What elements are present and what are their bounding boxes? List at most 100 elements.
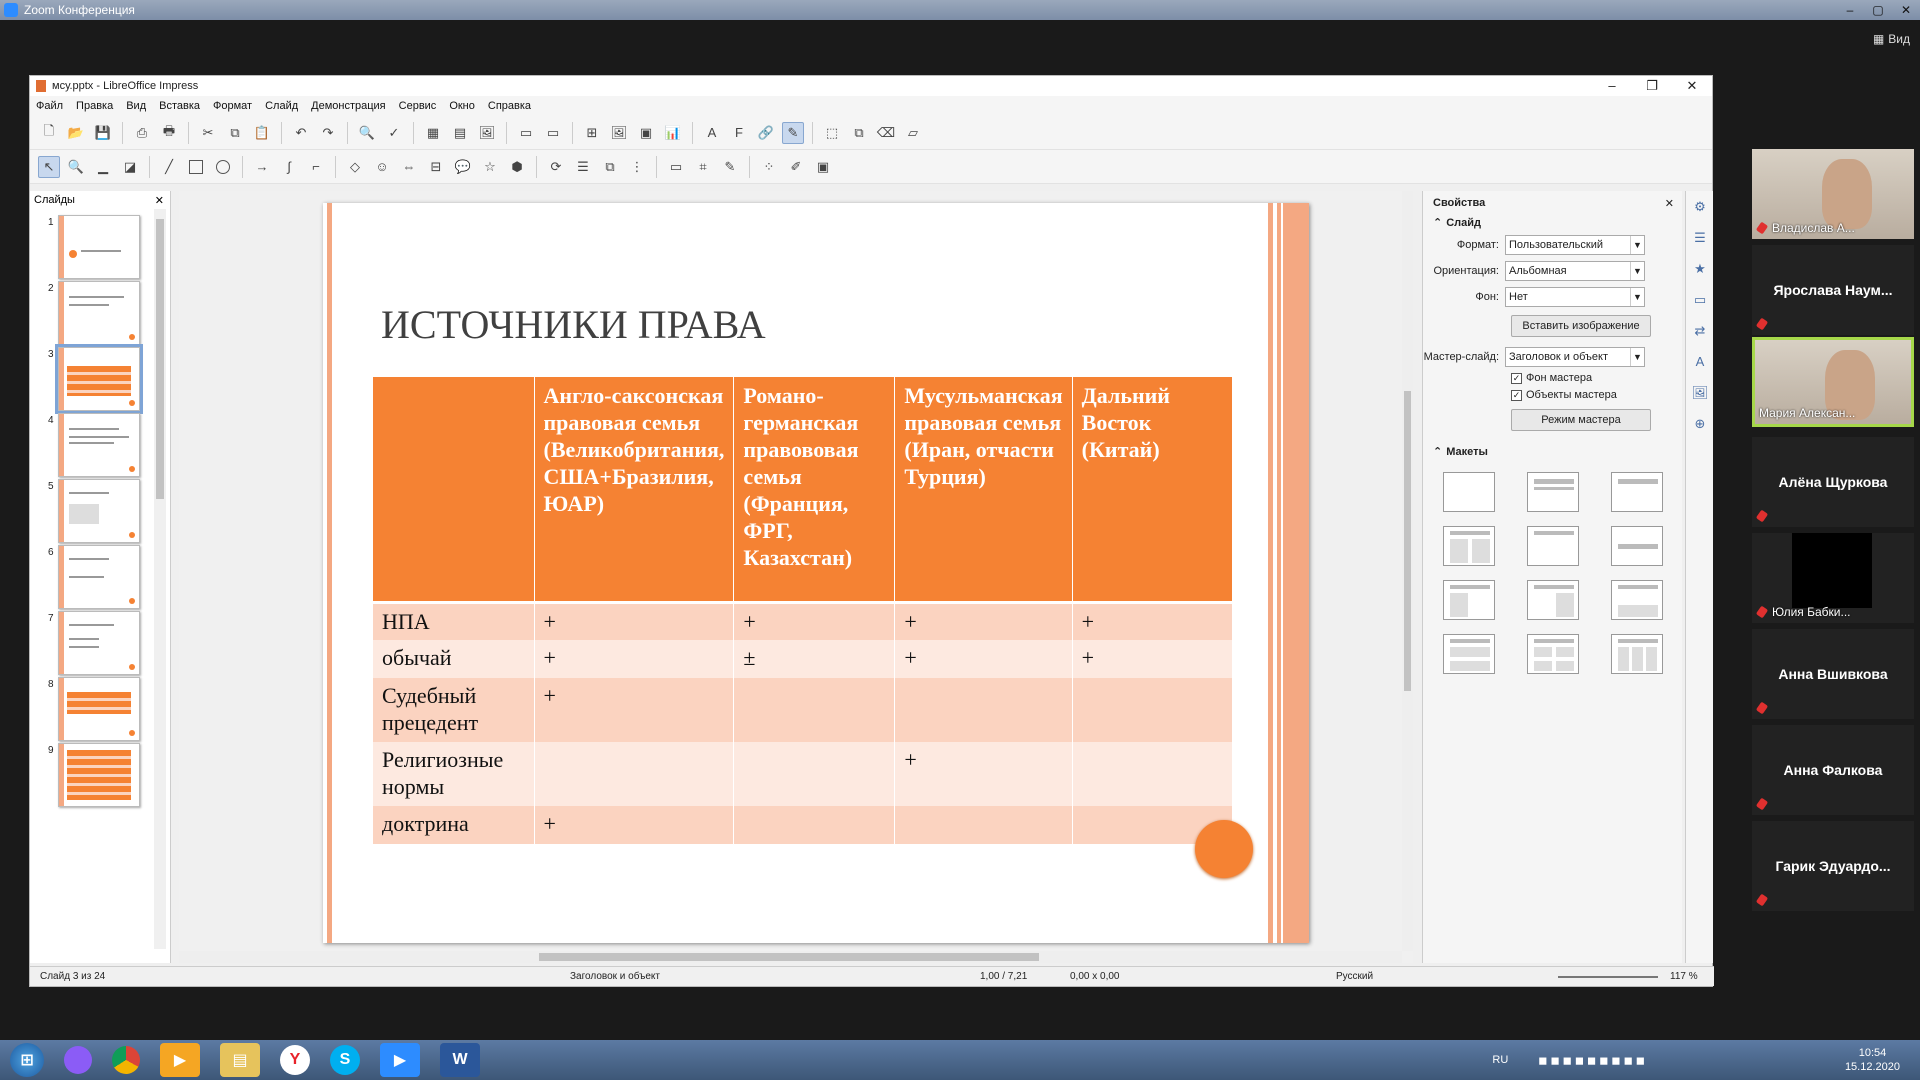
start-button-icon[interactable]: ⊞ xyxy=(10,1043,44,1077)
clock-date[interactable]: 15.12.2020 xyxy=(1845,1060,1900,1074)
duplicate-slide-icon[interactable]: ▭ xyxy=(542,122,564,144)
menu-slideshow[interactable]: Демонстрация xyxy=(311,100,386,112)
maximize-icon[interactable]: ▢ xyxy=(1864,3,1892,17)
transformations-icon[interactable]: ⬚ xyxy=(821,122,843,144)
new-slide-icon[interactable]: ▭ xyxy=(515,122,537,144)
slide-thumb-4[interactable] xyxy=(58,413,140,477)
line-color-icon[interactable]: ▁ xyxy=(92,156,114,178)
minimize-icon[interactable]: – xyxy=(1836,3,1864,17)
menu-tools[interactable]: Сервис xyxy=(399,100,437,112)
connector-icon[interactable]: ⌐ xyxy=(305,156,327,178)
arrow-icon[interactable]: → xyxy=(251,156,273,178)
master-objects-checkbox[interactable]: ✓ xyxy=(1511,389,1522,401)
rectangle-icon[interactable] xyxy=(185,156,207,178)
lo-minimize-icon[interactable]: – xyxy=(1592,78,1632,94)
navigator-tab-icon[interactable]: ⊕ xyxy=(1691,416,1709,434)
properties-close-icon[interactable]: ✕ xyxy=(1665,197,1674,210)
menu-insert[interactable]: Вставка xyxy=(159,100,200,112)
zoom-level[interactable]: 117 % xyxy=(1670,971,1698,982)
settings-icon[interactable]: ⚙ xyxy=(1691,199,1709,217)
show-draw-functions-icon[interactable]: ✎ xyxy=(782,121,804,144)
horizontal-scrollbar[interactable] xyxy=(179,951,1402,963)
layout-title-2content-over-content[interactable] xyxy=(1611,580,1663,620)
skype-icon[interactable]: S xyxy=(330,1045,360,1075)
gallery-tab-icon[interactable]: 🖼 xyxy=(1691,385,1709,403)
slide-title[interactable]: ИСТОЧНИКИ ПРАВА xyxy=(381,301,766,348)
table-cell[interactable]: обычай xyxy=(373,640,535,678)
table-header-cell[interactable] xyxy=(373,377,535,604)
format-select[interactable]: Пользовательский ▼ xyxy=(1505,235,1645,255)
menu-help[interactable]: Справка xyxy=(488,100,531,112)
master-bg-checkbox[interactable]: ✓ xyxy=(1511,372,1522,384)
media-player-icon[interactable]: ▶ xyxy=(160,1043,200,1077)
points-icon[interactable]: ⁘ xyxy=(758,156,780,178)
keyboard-language[interactable]: RU xyxy=(1492,1054,1508,1066)
zoom-icon[interactable]: 🔍 xyxy=(65,156,87,178)
insert-image2-icon[interactable]: 🖼 xyxy=(608,122,630,144)
menu-edit[interactable]: Правка xyxy=(76,100,113,112)
layout-title-content-2content[interactable] xyxy=(1527,580,1579,620)
table-cell[interactable]: + xyxy=(534,640,735,678)
insert-media-icon[interactable]: ▣ xyxy=(635,122,657,144)
hyperlink-icon[interactable]: 🔗 xyxy=(755,122,777,144)
layout-title-two-content[interactable] xyxy=(1443,526,1495,566)
slides-panel-close-icon[interactable]: ✕ xyxy=(155,194,164,207)
orientation-select[interactable]: Альбомная ▼ xyxy=(1505,261,1645,281)
menu-window[interactable]: Окно xyxy=(449,100,475,112)
participant-tile[interactable]: Гарик Эдуардо... xyxy=(1752,821,1914,911)
master-slide-select[interactable]: Заголовок и объект ▼ xyxy=(1505,347,1645,367)
layout-title-2content-content[interactable] xyxy=(1443,580,1495,620)
table-cell[interactable] xyxy=(733,678,896,742)
textbox-icon[interactable]: A xyxy=(701,122,723,144)
table-header-cell[interactable]: Дальний Восток (Китай) xyxy=(1072,377,1233,604)
table-cell[interactable]: НПА xyxy=(373,602,535,640)
cut-icon[interactable]: ✂ xyxy=(197,122,219,144)
table-cell[interactable]: + xyxy=(534,678,735,742)
print-icon[interactable]: 🖶 xyxy=(158,122,180,144)
redo-icon[interactable]: ↷ xyxy=(317,122,339,144)
curve-icon[interactable]: ∫ xyxy=(278,156,300,178)
copy-icon[interactable]: ⧉ xyxy=(224,122,246,144)
layout-title-content[interactable] xyxy=(1527,472,1579,512)
close-icon[interactable]: ✕ xyxy=(1892,3,1920,17)
table-cell[interactable] xyxy=(894,678,1073,742)
vertical-scrollbar[interactable] xyxy=(1402,191,1413,951)
new-icon[interactable]: 🗋 xyxy=(38,122,60,144)
menu-view[interactable]: Вид xyxy=(126,100,146,112)
slide-thumb-1[interactable] xyxy=(58,215,140,279)
paste-icon[interactable]: 📋 xyxy=(251,122,273,144)
layout-title-only[interactable] xyxy=(1611,472,1663,512)
insert-image-button[interactable]: Вставить изображение xyxy=(1511,315,1651,337)
slide-edit-area[interactable]: ИСТОЧНИКИ ПРАВА Англо-саксонская правова… xyxy=(179,191,1413,963)
menu-file[interactable]: Файл xyxy=(36,100,63,112)
properties-tab-icon[interactable]: ☰ xyxy=(1691,230,1709,248)
3d-objects-icon[interactable]: ⬢ xyxy=(506,156,528,178)
chrome-icon[interactable] xyxy=(112,1046,140,1074)
arrange-obj-icon[interactable]: ⧉ xyxy=(599,156,621,178)
filter-icon[interactable]: ✎ xyxy=(719,156,741,178)
participant-tile[interactable]: Владислав А... xyxy=(1752,149,1914,239)
participant-tile[interactable]: Юлия Бабки... xyxy=(1752,533,1914,623)
table-cell[interactable]: ± xyxy=(733,640,896,678)
stars-icon[interactable]: ☆ xyxy=(479,156,501,178)
participant-tile[interactable]: Ярослава Наум... xyxy=(1752,245,1914,335)
lo-close-icon[interactable]: ✕ xyxy=(1672,78,1712,94)
collapse-icon[interactable]: ⌃ xyxy=(1433,445,1442,458)
animation-tab-icon[interactable]: ★ xyxy=(1691,261,1709,279)
lo-restore-icon[interactable]: ❐ xyxy=(1632,78,1672,94)
find-replace-icon[interactable]: 🔍 xyxy=(356,122,378,144)
table-cell[interactable] xyxy=(733,742,896,806)
insert-chart-icon[interactable]: 📊 xyxy=(662,122,684,144)
table-cell[interactable]: + xyxy=(1072,640,1233,678)
participant-tile[interactable]: Анна Вшивкова xyxy=(1752,629,1914,719)
zoom-app-icon[interactable]: ▶ xyxy=(380,1043,420,1077)
flowchart-icon[interactable]: ⊟ xyxy=(425,156,447,178)
shadow2-icon[interactable]: ▭ xyxy=(665,156,687,178)
distribute-icon[interactable]: ⋮ xyxy=(626,156,648,178)
table-cell[interactable]: + xyxy=(894,602,1073,640)
rotate-icon[interactable]: ⟳ xyxy=(545,156,567,178)
undo-icon[interactable]: ↶ xyxy=(290,122,312,144)
slide-table[interactable]: Англо-саксонская правовая семья (Великоб… xyxy=(373,377,1233,844)
yandex-browser-icon[interactable]: Y xyxy=(280,1045,310,1075)
align-icon[interactable]: ☰ xyxy=(572,156,594,178)
